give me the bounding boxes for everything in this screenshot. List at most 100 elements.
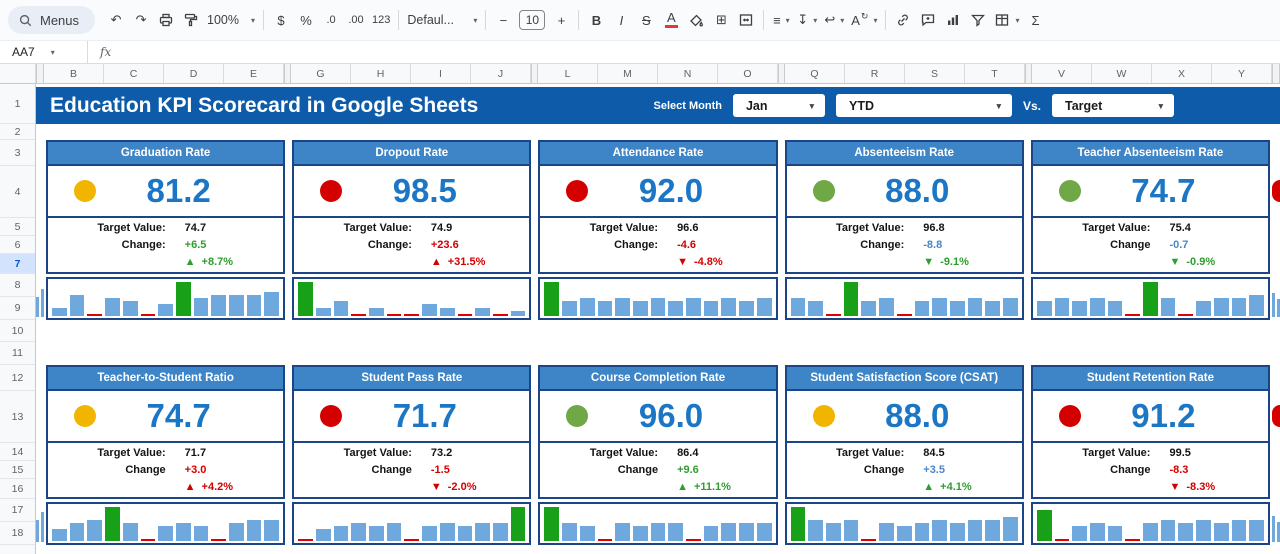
font-size-input[interactable]: 10 [519,10,546,30]
kpi-card[interactable]: Teacher-to-Student Ratio 74.7 Target Val… [46,365,286,545]
format-percent-button[interactable]: % [294,7,318,33]
column-header-N[interactable]: N [658,64,718,83]
bold-button[interactable]: B [584,7,608,33]
period-dropdown[interactable]: YTD ▼ [835,94,1012,117]
horizontal-align-button[interactable]: ≡ ▾ [769,7,793,33]
column-header-T[interactable]: T [965,64,1025,83]
row-header-18[interactable]: 18 [0,522,35,545]
row-header-14[interactable]: 14 [0,443,35,461]
kpi-sparkline-chart[interactable] [1030,277,1271,320]
kpi-sparkline-chart[interactable] [1030,502,1271,545]
column-header-G[interactable]: G [291,64,351,83]
column-header-H[interactable]: H [351,64,411,83]
zoom-select[interactable]: 100% ▾ [204,7,258,33]
kpi-sparkline-chart[interactable] [538,502,778,545]
column-header-E[interactable]: E [224,64,284,83]
kpi-sparkline-chart[interactable] [784,277,1024,320]
create-filter-button[interactable] [966,7,990,33]
offscreen-sparkline-fragment [1272,502,1280,542]
kpi-sparkline-chart[interactable] [292,502,532,545]
paint-format-button[interactable] [179,7,203,33]
name-box[interactable]: AA7 ▾ [0,41,88,63]
column-header-Y[interactable]: Y [1212,64,1272,83]
row-header-16[interactable]: 16 [0,479,35,499]
borders-button[interactable]: ⊞ [709,7,733,33]
row-header-10[interactable]: 10 [0,320,35,342]
column-header-S[interactable]: S [905,64,965,83]
decrease-font-size-button[interactable]: − [491,7,515,33]
format-currency-button[interactable]: $ [269,7,293,33]
column-header-B[interactable]: B [44,64,104,83]
insert-comment-button[interactable] [916,7,940,33]
insert-link-button[interactable] [891,7,915,33]
increase-font-size-button[interactable]: + [549,7,573,33]
column-header-Q[interactable]: Q [785,64,845,83]
merge-cells-button[interactable] [734,7,758,33]
compare-dropdown[interactable]: Target ▼ [1052,94,1174,117]
column-header-I[interactable]: I [411,64,471,83]
kpi-sparkline-chart[interactable] [538,277,778,320]
kpi-card[interactable]: Teacher Absenteeism Rate 74.7 Target Val… [1030,140,1271,320]
kpi-sparkline-chart[interactable] [784,502,1024,545]
text-wrap-button[interactable]: ↩ ▾ [821,7,847,33]
text-color-button[interactable]: A [659,7,683,33]
increase-decimal-button[interactable]: .00 [344,7,368,33]
formula-input[interactable] [111,41,1280,63]
row-header-15[interactable]: 15 [0,461,35,479]
kpi-sparkline-chart[interactable] [46,277,286,320]
kpi-card[interactable]: Student Retention Rate 91.2 Target Value… [1030,365,1271,545]
number-format-button[interactable]: 123 [369,7,393,33]
undo-button[interactable]: ↶ [104,7,128,33]
text-rotation-button[interactable]: A ↻ ▾ [848,7,880,33]
toolbar-divider [263,10,265,30]
row-header-13[interactable]: 13 [0,391,35,443]
row-header-8[interactable]: 8 [0,274,35,297]
print-button[interactable] [154,7,178,33]
column-header-J[interactable]: J [471,64,531,83]
insert-chart-button[interactable] [941,7,965,33]
column-header-D[interactable]: D [164,64,224,83]
kpi-sparkline-chart[interactable] [46,502,286,545]
row-header-9[interactable]: 9 [0,297,35,320]
vertical-align-button[interactable]: ↧ ▾ [794,7,820,33]
row-header-2[interactable]: 2 [0,124,35,140]
fill-color-button[interactable] [684,7,708,33]
column-header-R[interactable]: R [845,64,905,83]
sheet-canvas[interactable]: Education KPI Scorecard in Google Sheets… [36,84,1280,554]
menus-button[interactable]: Menus [8,6,96,34]
italic-button[interactable]: I [609,7,633,33]
row-header-4[interactable]: 4 [0,166,35,218]
functions-button[interactable]: Σ [1023,7,1047,33]
column-header-L[interactable]: L [538,64,598,83]
column-header-C[interactable]: C [104,64,164,83]
kpi-card[interactable]: Graduation Rate 81.2 Target Value: 74.7 … [46,140,286,320]
kpi-card[interactable]: Dropout Rate 98.5 Target Value: 74.9 Cha… [292,140,532,320]
column-header-O[interactable]: O [718,64,778,83]
row-header-3[interactable]: 3 [0,140,35,166]
row-header-17[interactable]: 17 [0,499,35,522]
column-header-M[interactable]: M [598,64,658,83]
month-dropdown[interactable]: Jan ▼ [732,94,825,117]
decrease-decimal-button[interactable]: .0 [319,7,343,33]
kpi-card[interactable]: Student Satisfaction Score (CSAT) 88.0 T… [784,365,1024,545]
strikethrough-button[interactable]: S [634,7,658,33]
kpi-sparkline-chart[interactable] [292,277,532,320]
column-header-W[interactable]: W [1092,64,1152,83]
row-header-5[interactable]: 5 [0,218,35,236]
kpi-card[interactable]: Absenteeism Rate 88.0 Target Value: 96.8… [784,140,1024,320]
row-header-12[interactable]: 12 [0,365,35,391]
redo-button[interactable]: ↷ [129,7,153,33]
table-view-button[interactable]: ▾ [991,7,1022,33]
sparkline-bar [861,538,877,541]
row-header-1[interactable]: 1 [0,84,35,124]
column-header-X[interactable]: X [1152,64,1212,83]
kpi-card[interactable]: Student Pass Rate 71.7 Target Value: 73.… [292,365,532,545]
row-header-6[interactable]: 6 [0,236,35,254]
select-all-corner[interactable] [0,64,36,83]
row-header-7[interactable]: 7 [0,254,35,274]
font-select[interactable]: Defaul... ▾ [404,7,480,33]
row-header-11[interactable]: 11 [0,342,35,365]
kpi-card[interactable]: Course Completion Rate 96.0 Target Value… [538,365,778,545]
column-header-V[interactable]: V [1032,64,1092,83]
kpi-card[interactable]: Attendance Rate 92.0 Target Value: 96.6 … [538,140,778,320]
